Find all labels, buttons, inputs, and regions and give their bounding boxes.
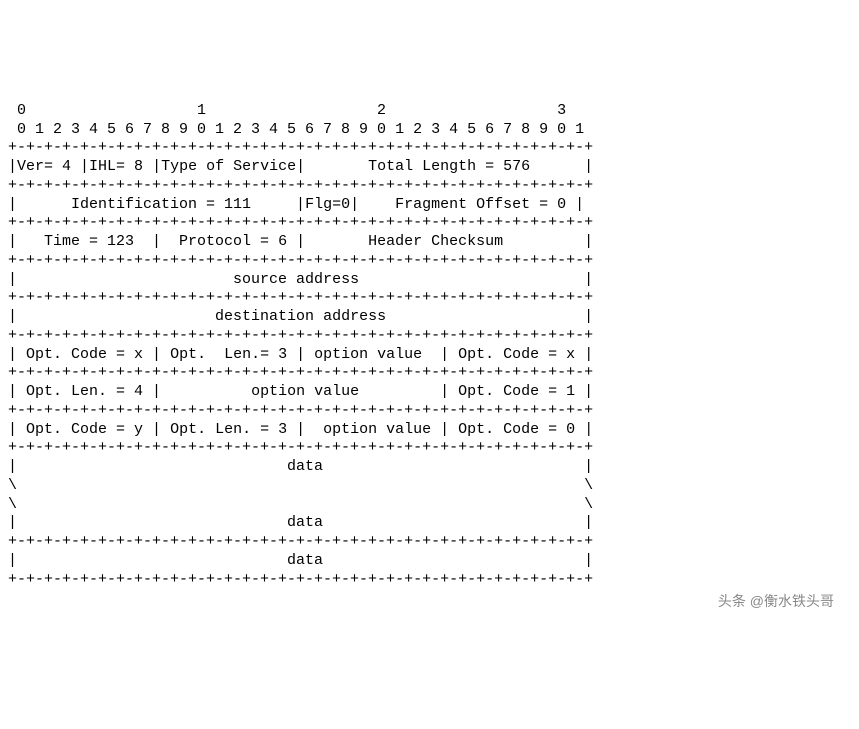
- separator: +-+-+-+-+-+-+-+-+-+-+-+-+-+-+-+-+-+-+-+-…: [8, 139, 593, 156]
- field-data: data: [287, 458, 323, 475]
- continuation-slash: \ \: [8, 496, 593, 513]
- field-destination-address: destination address: [215, 308, 386, 325]
- field-opt-len: Opt. Len. = 4: [26, 383, 143, 400]
- separator: +-+-+-+-+-+-+-+-+-+-+-+-+-+-+-+-+-+-+-+-…: [8, 289, 593, 306]
- separator: +-+-+-+-+-+-+-+-+-+-+-+-+-+-+-+-+-+-+-+-…: [8, 214, 593, 231]
- field-source-address: source address: [233, 271, 359, 288]
- separator: +-+-+-+-+-+-+-+-+-+-+-+-+-+-+-+-+-+-+-+-…: [8, 571, 593, 588]
- field-opt-code: Opt. Code = y: [26, 421, 143, 438]
- continuation-slash: \ \: [8, 477, 593, 494]
- separator: +-+-+-+-+-+-+-+-+-+-+-+-+-+-+-+-+-+-+-+-…: [8, 177, 593, 194]
- separator: +-+-+-+-+-+-+-+-+-+-+-+-+-+-+-+-+-+-+-+-…: [8, 533, 593, 550]
- separator: +-+-+-+-+-+-+-+-+-+-+-+-+-+-+-+-+-+-+-+-…: [8, 327, 593, 344]
- field-opt-code: Opt. Code = 1: [458, 383, 575, 400]
- field-total-length: Total Length = 576: [368, 158, 530, 175]
- field-opt-code: Opt. Code = x: [458, 346, 575, 363]
- field-ihl: IHL= 8: [89, 158, 143, 175]
- ruler-ones: 0 1 2 3 4 5 6 7 8 9 0 1 2 3 4 5 6 7 8 9 …: [8, 121, 584, 138]
- field-flags: Flg=0: [305, 196, 350, 213]
- field-data: data: [287, 552, 323, 569]
- separator: +-+-+-+-+-+-+-+-+-+-+-+-+-+-+-+-+-+-+-+-…: [8, 364, 593, 381]
- field-data: data: [287, 514, 323, 531]
- watermark-text: 头条 @衡水铁头哥: [718, 593, 834, 611]
- field-fragment-offset: Fragment Offset = 0: [395, 196, 566, 213]
- field-opt-len: Opt. Len.= 3: [170, 346, 287, 363]
- ip-datagram-diagram: 0 1 2 3 0 1 2 3 4 5 6 7 8 9 0 1 2 3 4 5 …: [8, 83, 851, 589]
- field-opt-value: option value: [314, 346, 422, 363]
- field-opt-len: Opt. Len. = 3: [170, 421, 287, 438]
- field-ttl: Time = 123: [44, 233, 134, 250]
- field-opt-code: Opt. Code = x: [26, 346, 143, 363]
- ruler-tens: 0 1 2 3: [8, 102, 566, 119]
- field-opt-value: option value: [251, 383, 359, 400]
- separator: +-+-+-+-+-+-+-+-+-+-+-+-+-+-+-+-+-+-+-+-…: [8, 402, 593, 419]
- field-protocol: Protocol = 6: [179, 233, 287, 250]
- separator: +-+-+-+-+-+-+-+-+-+-+-+-+-+-+-+-+-+-+-+-…: [8, 439, 593, 456]
- field-opt-value: option value: [323, 421, 431, 438]
- field-opt-code: Opt. Code = 0: [458, 421, 575, 438]
- field-tos: Type of Service: [161, 158, 296, 175]
- field-version: Ver= 4: [17, 158, 71, 175]
- field-identification: Identification = 111: [71, 196, 251, 213]
- field-checksum: Header Checksum: [368, 233, 503, 250]
- separator: +-+-+-+-+-+-+-+-+-+-+-+-+-+-+-+-+-+-+-+-…: [8, 252, 593, 269]
